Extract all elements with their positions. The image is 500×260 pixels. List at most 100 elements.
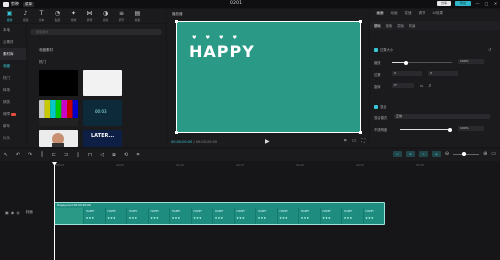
tab-speed[interactable]: 变速 — [401, 11, 415, 16]
opacity-value[interactable]: 100% — [458, 126, 484, 131]
new-badge — [11, 112, 16, 116]
sidebar-item-favorites[interactable]: 收藏 — [0, 60, 26, 72]
tool-filter[interactable]: ◑ 滤镜 — [100, 10, 111, 22]
sidebar-item-newyear[interactable]: 新年 — [0, 120, 26, 132]
preview-canvas[interactable]: ♥♥♥♥ HAPPY — [175, 20, 362, 134]
tool-media[interactable]: ▣ 媒体 — [4, 10, 15, 22]
tool-text[interactable]: T 文本 — [36, 10, 47, 22]
clip-frame: HAPPY ♥ ♥ ♥ — [147, 208, 170, 224]
maximize-icon[interactable]: □ — [484, 1, 489, 6]
tool-adjust[interactable]: ≡ 调节 — [116, 10, 127, 22]
ratio-icon[interactable]: ▭ — [352, 138, 357, 144]
reset-icon[interactable]: ↺ — [488, 47, 491, 52]
subtab-mask[interactable]: 蒙版 — [397, 23, 404, 28]
time-ruler[interactable]: 00:00 00:05 00:10 00:15 00:20 00:25 00:3… — [54, 162, 500, 169]
delete-icon[interactable]: ▯ — [72, 152, 84, 158]
split-right-icon[interactable]: ⊐ — [60, 152, 72, 158]
scale-value[interactable]: 100% — [458, 59, 484, 64]
timeline[interactable]: 00:00 00:05 00:10 00:15 00:20 00:25 00:3… — [0, 162, 500, 260]
clip-frame: HAPPY ♥ ♥ ♥ — [255, 208, 277, 224]
undo-icon[interactable]: ↶ — [12, 152, 24, 158]
zoom-out-icon[interactable]: ⊖ — [445, 151, 449, 157]
snap-toggle[interactable]: ⊕ — [405, 151, 415, 157]
zoom-in-icon[interactable]: ⊕ — [483, 151, 487, 157]
media-thumb-later[interactable]: LATER... — [83, 130, 122, 147]
main-track-toggle[interactable]: ⇔ — [392, 151, 402, 157]
subtab-basic[interactable]: 基础 — [374, 23, 381, 28]
scale-slider[interactable] — [392, 60, 452, 65]
sidebar-item-funny[interactable]: 搞笑 — [0, 96, 26, 108]
position-x-input[interactable]: 0 — [392, 71, 422, 76]
tab-animation[interactable]: 动画 — [387, 11, 401, 16]
flip-icon[interactable]: ⇋ — [420, 83, 423, 88]
close-icon[interactable]: ✕ — [493, 1, 498, 6]
tool-sticker[interactable]: ◔ 贴纸 — [52, 10, 63, 22]
crop-icon[interactable]: ⌗ — [132, 152, 144, 158]
menu-button[interactable]: 菜单 — [23, 1, 34, 7]
clip-frame: HAPPY ♥ ♥ ♥ — [190, 208, 213, 224]
slider-knob[interactable] — [404, 60, 408, 65]
blend-mode-select[interactable]: 正常 — [394, 114, 490, 119]
tool-audio[interactable]: ♪ 音频 — [20, 10, 31, 22]
rotate-input[interactable]: 0° — [392, 83, 414, 88]
media-thumb-colorbars[interactable] — [39, 100, 78, 126]
mute-icon[interactable]: ◍ — [16, 210, 20, 215]
media-thumb-black[interactable] — [39, 70, 78, 96]
reverse-icon[interactable]: ◁ — [96, 152, 108, 158]
position-y-input[interactable]: 0 — [428, 71, 458, 76]
sidebar-item-library[interactable]: 素材库 — [0, 48, 26, 60]
sidebar-item-transition[interactable]: 转场 — [0, 84, 26, 96]
section-blend[interactable]: 混合 — [374, 104, 387, 109]
slider-knob[interactable] — [448, 127, 452, 132]
sidebar-item-cloud[interactable]: 云素材 — [0, 36, 26, 48]
media-thumb-title[interactable]: 00:03 — [83, 100, 122, 126]
section-position-size[interactable]: 位置大小 — [374, 47, 393, 52]
opacity-label: 不透明度 — [374, 128, 388, 132]
section-label: 位置大小 — [380, 48, 394, 52]
resize-handle[interactable] — [175, 131, 178, 134]
eye-icon[interactable]: ◉ — [11, 210, 15, 215]
split-icon[interactable]: ⫿ — [36, 152, 48, 158]
subtab-background[interactable]: 背景 — [409, 23, 416, 28]
freeze-icon[interactable]: ⊓ — [84, 152, 96, 158]
resize-handle[interactable] — [359, 131, 362, 134]
tool-effects[interactable]: ✦ 特效 — [68, 10, 79, 22]
zoom-knob[interactable] — [462, 152, 467, 156]
share-button[interactable]: 分享 — [437, 1, 451, 6]
playhead[interactable] — [52, 162, 57, 260]
rotate-icon[interactable]: ⟲ — [120, 152, 132, 158]
select-icon[interactable]: ↖ — [0, 152, 12, 158]
opacity-slider[interactable] — [400, 127, 452, 132]
app-window: 剪映 菜单 0201 分享 导出 — □ ✕ ▣ 媒体 ♪ 音频 T 文本 ◔ … — [0, 0, 500, 260]
subtab-cutout[interactable]: 抠像 — [386, 23, 393, 28]
minimize-icon[interactable]: — — [475, 1, 480, 6]
fit-icon[interactable]: ▭ — [491, 151, 496, 157]
export-button[interactable]: 导出 — [455, 1, 471, 6]
play-icon[interactable]: ▶ — [265, 138, 270, 145]
video-clip[interactable]: Happy.mp4 00:00:20:00 HAPPY ♥ ♥ ♥ HAPPY ♥ … — [54, 202, 385, 225]
sidebar-item-intro[interactable]: 片头 — [0, 132, 26, 144]
search-input[interactable]: 搜索素材 — [30, 29, 162, 35]
tab-adjust[interactable]: 调节 — [415, 11, 429, 16]
sidebar-item-glitch[interactable]: 故障 — [0, 108, 26, 120]
tab-ai-effects[interactable]: AI效果 — [429, 11, 446, 16]
mirror-icon[interactable]: ⇵ — [428, 83, 431, 88]
resize-handle[interactable] — [175, 20, 178, 23]
resize-handle[interactable] — [359, 20, 362, 23]
link-toggle[interactable]: ∞ — [418, 151, 428, 157]
lock-icon[interactable]: ▣ — [5, 210, 9, 215]
mirror-icon[interactable]: ⧈ — [108, 152, 120, 158]
crop-icon[interactable]: ⌗ — [344, 138, 347, 144]
split-left-icon[interactable]: ⊏ — [48, 152, 60, 158]
zoom-slider[interactable] — [453, 152, 480, 156]
preview-axis-toggle[interactable]: ◈ — [431, 151, 441, 157]
tool-transition[interactable]: ⋈ 转场 — [84, 10, 95, 22]
media-thumb-face[interactable] — [39, 130, 78, 147]
tool-template[interactable]: ▤ 模板 — [132, 10, 143, 22]
tab-picture[interactable]: 画面 — [373, 11, 387, 16]
redo-icon[interactable]: ↷ — [24, 152, 36, 158]
media-thumb-white[interactable] — [83, 70, 122, 96]
sidebar-item-local[interactable]: 本地 — [0, 24, 26, 36]
sidebar-item-hot[interactable]: 热门 — [0, 72, 26, 84]
fullscreen-icon[interactable]: ⛶ — [361, 138, 365, 144]
